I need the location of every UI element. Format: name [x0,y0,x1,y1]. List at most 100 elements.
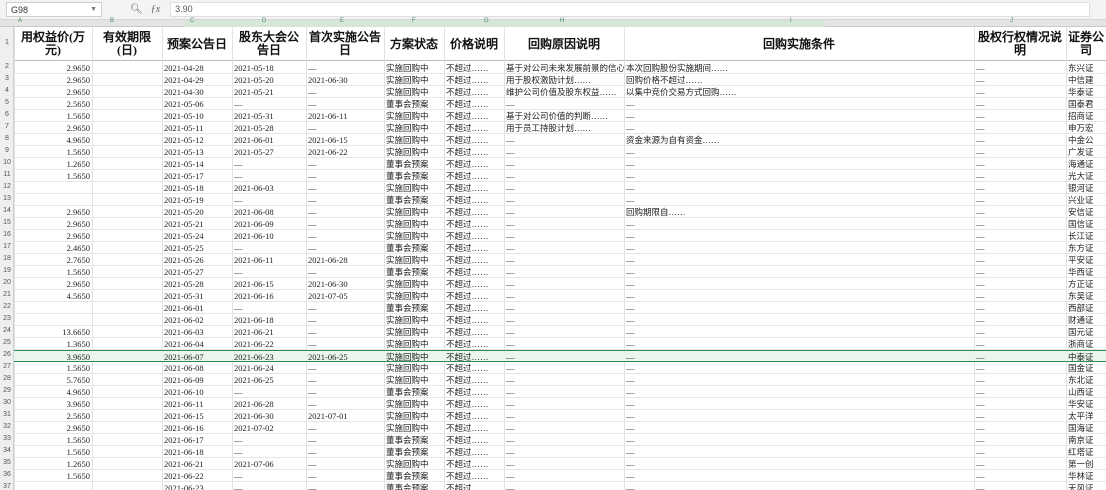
table-cell[interactable]: — [232,266,306,278]
table-cell[interactable]: — [306,98,384,110]
table-cell[interactable]: 2021-06-04 [162,338,232,350]
table-cell[interactable]: 2.5650 [14,98,92,110]
row-number[interactable]: 8 [0,135,14,142]
row-number[interactable]: 9 [0,147,14,154]
table-cell[interactable]: 申万宏 [1066,122,1106,134]
table-cell[interactable]: 不超过…… [444,422,504,434]
table-cell[interactable]: 董事会预案 [384,386,444,398]
table-cell[interactable]: 2021-05-18 [232,62,306,74]
table-cell[interactable]: 董事会预案 [384,302,444,314]
table-cell[interactable]: — [306,434,384,446]
table-cell[interactable]: 东吴证 [1066,290,1106,302]
header-cell[interactable]: 方案状态 [384,27,444,61]
table-cell[interactable]: — [624,386,974,398]
table-cell[interactable]: 不超过…… [444,434,504,446]
table-cell[interactable]: 不超过…… [444,266,504,278]
table-cell[interactable]: 不超过…… [444,254,504,266]
table-cell[interactable]: — [624,194,974,206]
row-number[interactable]: 3 [0,75,14,82]
name-box[interactable]: G98 ▼ [6,2,102,17]
table-cell[interactable]: — [624,410,974,422]
table-cell[interactable]: — [306,62,384,74]
table-cell[interactable]: 2021-06-18 [232,314,306,326]
table-cell[interactable]: — [306,302,384,314]
table-row[interactable]: 2.7650 2021-05-26 2021-06-11 2021-06-28 实施回购… [14,254,1106,266]
table-cell[interactable]: — [624,242,974,254]
table-cell[interactable]: — [504,146,624,158]
table-cell[interactable]: — [974,482,1066,490]
table-cell[interactable] [92,386,162,398]
table-cell[interactable]: — [624,470,974,482]
row-number[interactable]: 21 [0,291,14,298]
table-cell[interactable]: 2.9650 [14,74,92,86]
table-cell[interactable]: 2021-06-17 [162,434,232,446]
table-cell[interactable]: 海通证 [1066,158,1106,170]
table-cell[interactable]: — [232,170,306,182]
table-cell[interactable]: 回购期限自…… [624,206,974,218]
table-row[interactable]: 3.9650 2021-06-07 2021-06-23 2021-06-25 实施回购… [14,350,1106,362]
table-cell[interactable]: 不超过…… [444,326,504,338]
table-cell[interactable]: 国信证 [1066,218,1106,230]
table-cell[interactable]: 不超过…… [444,170,504,182]
table-cell[interactable]: — [974,398,1066,410]
table-cell[interactable]: — [306,338,384,350]
table-cell[interactable]: 南京证 [1066,434,1106,446]
table-cell[interactable]: 实施回购中 [384,314,444,326]
table-row[interactable]: 1.2650 2021-05-14— — 董事会预案 不超过…… — — — 海通证 [14,158,1106,170]
table-cell[interactable] [92,410,162,422]
table-row[interactable]: 13.6650 2021-06-03 2021-06-21— 实施回购中 不超过…… — —… [14,326,1106,338]
table-cell[interactable] [92,206,162,218]
table-cell[interactable]: 1.5650 [14,266,92,278]
table-cell[interactable]: — [624,362,974,374]
table-cell[interactable]: 2021-05-26 [162,254,232,266]
table-cell[interactable]: — [624,374,974,386]
table-cell[interactable]: 实施回购中 [384,374,444,386]
table-cell[interactable]: 2021-06-30 [306,74,384,86]
table-cell[interactable]: — [504,482,624,490]
table-cell[interactable]: 2021-06-23 [162,482,232,490]
table-row[interactable]: 1.5650 2021-06-08 2021-06-24— 实施回购中 不超过…… — — —… [14,362,1106,374]
table-cell[interactable]: 不超过…… [444,218,504,230]
table-cell[interactable]: 光大证 [1066,170,1106,182]
table-cell[interactable]: — [624,422,974,434]
table-cell[interactable]: 2.9650 [14,206,92,218]
table-cell[interactable]: 2021-06-11 [232,254,306,266]
table-cell[interactable] [92,98,162,110]
table-cell[interactable]: 不超过…… [444,374,504,386]
table-row[interactable]: 2.5650 2021-06-15 2021-06-30 2021-07-01 实施回购… [14,410,1106,422]
table-row[interactable]: 4.9650 2021-05-12 2021-06-01 2021-06-15 实施回购… [14,134,1106,146]
table-cell[interactable]: — [974,266,1066,278]
table-cell[interactable]: 中金公 [1066,134,1106,146]
table-row[interactable]: 2.9650 2021-06-16 2021-07-02— 实施回购中 不超过…… — — —… [14,422,1106,434]
table-row[interactable]: 2.9650 2021-05-28 2021-06-15 2021-06-30 实施回购… [14,278,1106,290]
column-letter[interactable]: E [340,18,344,24]
table-row[interactable]: 3.9650 2021-06-11 2021-06-28— 实施回购中 不超过…… — — —… [14,398,1106,410]
table-cell[interactable]: — [624,458,974,470]
row-number[interactable]: 34 [0,447,14,454]
table-cell[interactable]: — [624,254,974,266]
table-cell[interactable]: 实施回购中 [384,62,444,74]
row-number[interactable]: 16 [0,231,14,238]
table-cell[interactable]: — [974,158,1066,170]
table-row[interactable]: 1.3650 2021-06-04 2021-06-22— 实施回购中 不超过…… — — —… [14,338,1106,350]
table-cell[interactable]: 红塔证 [1066,446,1106,458]
table-cell[interactable]: 实施回购中 [384,122,444,134]
table-cell[interactable] [92,482,162,490]
table-cell[interactable]: 实施回购中 [384,410,444,422]
table-cell[interactable]: — [974,326,1066,338]
table-cell[interactable]: 董事会预案 [384,446,444,458]
table-cell[interactable]: 不超过…… [444,362,504,374]
table-cell[interactable]: — [232,302,306,314]
table-cell[interactable]: 2021-05-28 [232,122,306,134]
table-cell[interactable] [92,302,162,314]
row-number[interactable]: 18 [0,255,14,262]
row-number[interactable]: 5 [0,99,14,106]
table-cell[interactable]: 2021-05-27 [162,266,232,278]
table-cell[interactable]: 太平洋 [1066,410,1106,422]
table-cell[interactable]: — [624,338,974,350]
table-cell[interactable]: — [306,374,384,386]
row-number[interactable]: 22 [0,303,14,310]
table-cell[interactable]: 不超过…… [444,386,504,398]
table-cell[interactable]: — [306,326,384,338]
table-cell[interactable]: 2.9650 [14,218,92,230]
